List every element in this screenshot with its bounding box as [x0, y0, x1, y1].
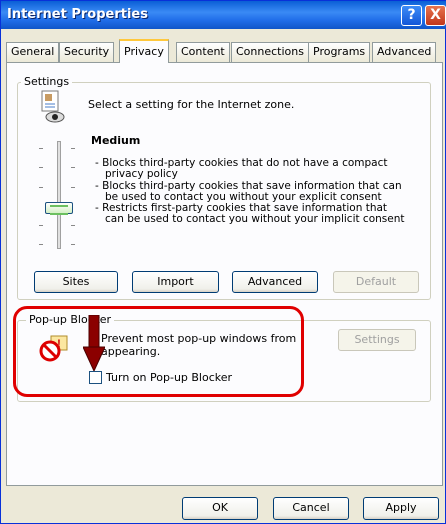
internet-zone-icon	[41, 90, 65, 123]
advanced-button[interactable]: Advanced	[232, 271, 318, 293]
privacy-description-line: privacy policy	[105, 168, 178, 180]
slider-tick	[39, 167, 43, 168]
window-title: Internet Properties	[7, 7, 148, 22]
privacy-slider-track[interactable]	[57, 141, 61, 249]
slider-tick	[71, 187, 75, 188]
zone-instruction: Select a setting for the Internet zone.	[88, 98, 295, 111]
internet-properties-dialog: Internet Properties ? X General Security…	[0, 0, 446, 524]
popup-settings-button[interactable]: Settings	[338, 329, 416, 351]
title-bar[interactable]: Internet Properties ? X	[1, 1, 446, 29]
tab-security[interactable]: Security	[59, 42, 115, 62]
slider-tick	[71, 225, 75, 226]
tab-advanced[interactable]: Advanced	[372, 42, 437, 62]
slider-tick	[39, 187, 43, 188]
privacy-slider-thumb[interactable]	[45, 202, 73, 215]
tab-content[interactable]: Content	[176, 42, 230, 62]
privacy-level: Medium	[91, 134, 141, 147]
import-button[interactable]: Import	[132, 271, 219, 293]
tab-general[interactable]: General	[6, 42, 60, 62]
arrow-down-icon	[83, 315, 105, 371]
slider-tick	[71, 148, 75, 149]
tab-privacy[interactable]: Privacy	[119, 39, 169, 63]
default-button[interactable]: Default	[333, 271, 419, 293]
cancel-button[interactable]: Cancel	[273, 497, 349, 520]
slider-tick	[39, 244, 43, 245]
slider-tick	[39, 225, 43, 226]
highlight-annotation	[13, 306, 304, 397]
tab-programs[interactable]: Programs	[308, 42, 371, 62]
ok-button[interactable]: OK	[182, 497, 258, 520]
slider-tick	[71, 244, 75, 245]
settings-group-label: Settings	[21, 75, 73, 88]
slider-tick	[39, 148, 43, 149]
sites-button[interactable]: Sites	[34, 271, 118, 293]
help-button[interactable]: ?	[401, 5, 422, 26]
slider-tick	[71, 167, 75, 168]
apply-button[interactable]: Apply	[363, 497, 439, 520]
privacy-description-line: can be used to contact you without your …	[105, 213, 405, 225]
close-button[interactable]: X	[425, 5, 446, 26]
tab-connections[interactable]: Connections	[231, 42, 309, 62]
